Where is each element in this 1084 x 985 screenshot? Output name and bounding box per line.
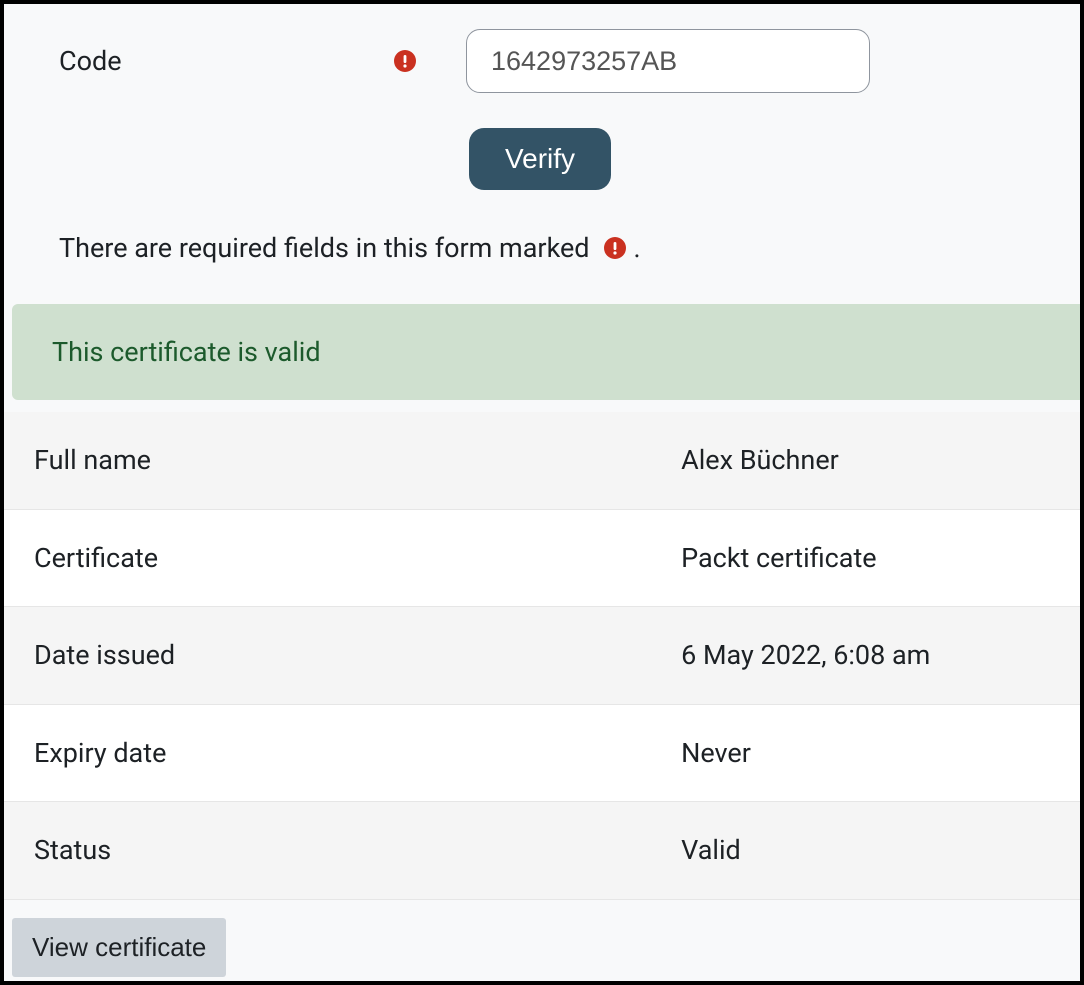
detail-label: Expiry date bbox=[4, 704, 671, 802]
detail-label: Certificate bbox=[4, 509, 671, 607]
table-row: Full name Alex Büchner bbox=[4, 412, 1080, 509]
view-certificate-button[interactable]: View certificate bbox=[12, 918, 226, 977]
code-label: Code bbox=[59, 41, 394, 82]
detail-value: 6 May 2022, 6:08 am bbox=[671, 607, 1080, 705]
required-fields-note: There are required fields in this form m… bbox=[59, 228, 1025, 269]
detail-value: Valid bbox=[671, 802, 1080, 900]
detail-label: Status bbox=[4, 802, 671, 900]
certificate-verify-page: Code Verify There are required fields in… bbox=[0, 0, 1084, 985]
table-row: Certificate Packt certificate bbox=[4, 509, 1080, 607]
code-row: Code bbox=[59, 29, 1025, 93]
required-icon bbox=[394, 50, 416, 72]
required-note-text: There are required fields in this form m… bbox=[59, 228, 590, 269]
detail-value: Never bbox=[671, 704, 1080, 802]
alert-message: This certificate is valid bbox=[52, 336, 321, 368]
required-note-suffix: . bbox=[634, 228, 641, 269]
certificate-details-table: Full name Alex Büchner Certificate Packt… bbox=[4, 412, 1080, 900]
table-row: Status Valid bbox=[4, 802, 1080, 900]
valid-certificate-alert: This certificate is valid bbox=[12, 304, 1080, 401]
table-row: Date issued 6 May 2022, 6:08 am bbox=[4, 607, 1080, 705]
detail-value: Packt certificate bbox=[671, 509, 1080, 607]
detail-label: Date issued bbox=[4, 607, 671, 705]
table-row: Expiry date Never bbox=[4, 704, 1080, 802]
code-input[interactable] bbox=[466, 29, 870, 93]
required-icon bbox=[604, 237, 626, 259]
verify-form: Code Verify There are required fields in… bbox=[4, 4, 1080, 289]
detail-label: Full name bbox=[4, 412, 671, 509]
verify-button[interactable]: Verify bbox=[469, 128, 611, 190]
verify-button-row: Verify bbox=[59, 128, 1025, 190]
detail-value: Alex Büchner bbox=[671, 412, 1080, 509]
